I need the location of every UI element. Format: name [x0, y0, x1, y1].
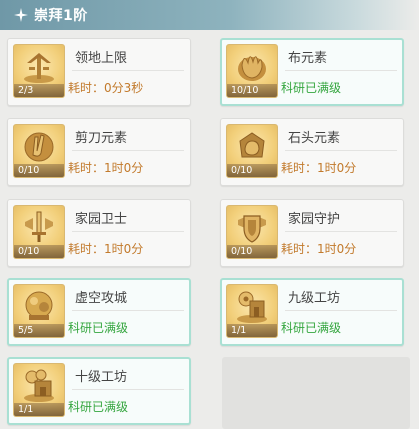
- research-status: 科研已满级: [281, 321, 342, 335]
- research-progress: 0/10: [14, 164, 64, 177]
- research-status: 耗时：1时0分: [281, 242, 357, 256]
- divider: [285, 231, 397, 232]
- section-title: 崇拜1阶: [34, 8, 88, 24]
- research-thumbnail: 2/3: [13, 44, 65, 98]
- research-card-home-defense[interactable]: 0/10 家园守护 耗时：1时0分: [220, 199, 404, 267]
- research-progress: 0/10: [14, 245, 64, 258]
- research-name: 领地上限: [75, 51, 128, 66]
- cloth-icon: [238, 56, 266, 81]
- empty-card-slot: [222, 357, 410, 429]
- siege-icon: [25, 291, 53, 320]
- research-thumbnail: 0/10: [226, 124, 278, 178]
- research-card-scissors-element[interactable]: 0/10 剪刀元素 耗时：1时0分: [7, 118, 191, 186]
- research-name: 家园守护: [288, 212, 341, 227]
- territory-icon: [24, 53, 54, 83]
- research-thumbnail: 5/5: [13, 284, 65, 338]
- research-card-level10-workshop[interactable]: 1/1 十级工坊 科研已满级: [7, 357, 191, 425]
- research-thumbnail: 1/1: [13, 363, 65, 417]
- research-progress: 0/10: [227, 245, 277, 258]
- research-card-territory-limit[interactable]: 2/3 领地上限 耗时：0分3秒: [7, 38, 191, 106]
- worship-icon: [14, 8, 28, 22]
- research-status: 科研已满级: [68, 400, 129, 414]
- research-progress: 5/5: [14, 324, 64, 337]
- research-thumbnail: 0/10: [13, 205, 65, 259]
- research-thumbnail: 0/10: [226, 205, 278, 259]
- research-status: 科研已满级: [68, 321, 129, 335]
- divider: [72, 389, 184, 390]
- divider: [72, 231, 184, 232]
- rock-icon: [239, 132, 265, 158]
- research-name: 剪刀元素: [75, 131, 128, 146]
- research-status: 科研已满级: [281, 81, 342, 95]
- divider: [285, 310, 397, 311]
- research-thumbnail: 10/10: [226, 44, 278, 98]
- research-card-cloth-element[interactable]: 10/10 布元素 科研已满级: [220, 38, 404, 106]
- divider: [285, 70, 397, 71]
- shield-icon: [238, 215, 266, 243]
- research-name: 十级工坊: [75, 370, 128, 385]
- research-status: 耗时：1时0分: [68, 161, 144, 175]
- research-name: 石头元素: [288, 131, 341, 146]
- research-status: 耗时：0分3秒: [68, 81, 144, 95]
- divider: [285, 150, 397, 151]
- research-card-rock-element[interactable]: 0/10 石头元素 耗时：1时0分: [220, 118, 404, 186]
- research-status: 耗时：1时0分: [68, 242, 144, 256]
- workshop-icon: [237, 291, 267, 323]
- research-name: 家园卫士: [75, 212, 128, 227]
- research-thumbnail: 0/10: [13, 124, 65, 178]
- section-header: 崇拜1阶: [0, 0, 419, 30]
- research-progress: 1/1: [227, 324, 277, 337]
- research-progress: 10/10: [227, 84, 277, 97]
- workshop-icon: [24, 369, 54, 402]
- research-name: 虚空攻城: [75, 291, 128, 306]
- research-status: 耗时：1时0分: [281, 161, 357, 175]
- divider: [72, 70, 184, 71]
- divider: [72, 150, 184, 151]
- research-progress: 2/3: [14, 84, 64, 97]
- research-card-void-siege[interactable]: 5/5 虚空攻城 科研已满级: [7, 278, 191, 346]
- research-name: 布元素: [288, 51, 328, 66]
- research-progress: 0/10: [227, 164, 277, 177]
- divider: [72, 310, 184, 311]
- scissors-icon: [24, 132, 54, 162]
- research-card-home-guard[interactable]: 0/10 家园卫士 耗时：1时0分: [7, 199, 191, 267]
- research-progress: 1/1: [14, 403, 64, 416]
- sword-icon: [25, 211, 53, 242]
- research-name: 九级工坊: [288, 291, 341, 306]
- research-thumbnail: 1/1: [226, 284, 278, 338]
- research-card-level9-workshop[interactable]: 1/1 九级工坊 科研已满级: [220, 278, 404, 346]
